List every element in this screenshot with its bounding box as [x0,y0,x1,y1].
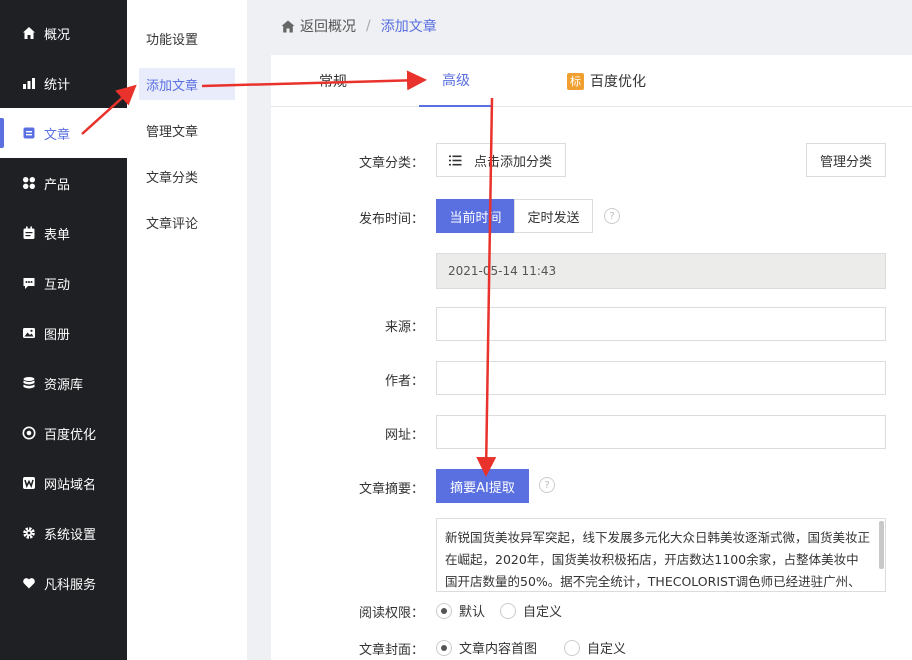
tab-seo-label: 百度优化 [590,74,646,90]
manage-category-button[interactable]: 管理分类 [806,143,886,177]
gear-icon [22,526,36,540]
sidebar-item-stats[interactable]: 统计 [0,58,127,108]
breadcrumb-back-label: 返回概况 [300,19,356,35]
sidebar-item-label: 图册 [44,327,71,343]
sidebar-item-domain[interactable]: 网站域名 [0,458,127,508]
sidebar-item-label: 凡科服务 [44,577,97,593]
form-icon [22,226,36,240]
summary-label: 文章摘要： [358,482,424,497]
radio-checked-icon [436,602,452,619]
home-icon [22,26,36,40]
submenu-item-feature-settings[interactable]: 功能设置 [139,22,235,54]
radio-unchecked-icon [564,639,580,656]
article-submenu: 功能设置 添加文章 管理文章 文章分类 文章评论 [127,0,247,660]
url-input[interactable] [436,415,886,449]
back-to-overview-link[interactable]: 返回概况 [281,16,356,36]
sidebar-item-label: 概况 [44,27,71,43]
home-icon [281,20,295,33]
publish-time-field: 2021-05-14 11:43 [436,253,886,289]
tab-regular[interactable]: 常规 [319,55,347,107]
summary-scrollbar[interactable] [879,521,884,569]
publish-now-button[interactable]: 当前时间 [436,199,515,233]
chart-icon [22,76,36,90]
target-icon [22,426,36,440]
breadcrumb: 返回概况 / 添加文章 [247,0,912,52]
tab-advanced[interactable]: 高级 [419,55,493,107]
summary-ai-extract-button[interactable]: 摘要AI提取 [436,469,529,503]
source-input[interactable] [436,307,886,341]
main-sidebar: 概况 统计 文章 产品 表单 互动 图册 资源库 百度优化 网站域名 系统设置 [0,0,127,660]
category-label: 文章分类： [358,156,424,171]
read-permission-label: 阅读权限： [358,606,424,621]
author-input[interactable] [436,361,886,395]
radio-checked-icon [436,639,452,656]
cover-first-image-radio[interactable]: 文章内容首图 [436,638,537,657]
sidebar-item-label: 文章 [44,127,71,143]
grid-icon [22,176,36,190]
sidebar-item-interact[interactable]: 互动 [0,258,127,308]
publish-scheduled-button[interactable]: 定时发送 [514,199,593,233]
add-category-label: 点击添加分类 [474,154,553,170]
sidebar-item-label: 资源库 [44,377,84,393]
sidebar-item-label: 表单 [44,227,71,243]
breadcrumb-separator: / [366,18,371,34]
chat-icon [22,276,36,290]
author-label: 作者： [384,374,424,389]
tab-baidu-seo[interactable]: 标 百度优化 [567,55,646,107]
url-label: 网址： [384,428,424,443]
sidebar-item-settings[interactable]: 系统设置 [0,508,127,558]
publish-help-icon[interactable]: ? [604,208,620,224]
cover-custom-label: 自定义 [587,642,627,657]
submenu-item-article-comments[interactable]: 文章评论 [139,206,235,238]
article-icon [22,126,36,140]
sidebar-item-product[interactable]: 产品 [0,158,127,208]
submenu-item-add-article[interactable]: 添加文章 [139,68,235,100]
publish-time-label: 发布时间： [358,212,424,227]
submenu-item-manage-article[interactable]: 管理文章 [139,114,235,146]
database-icon [22,376,36,390]
sidebar-item-label: 系统设置 [44,527,97,543]
cover-first-image-label: 文章内容首图 [459,642,538,657]
sidebar-item-label: 互动 [44,277,71,293]
w-icon [22,476,36,490]
add-category-button[interactable]: 点击添加分类 [436,143,566,177]
sidebar-item-article[interactable]: 文章 [0,108,127,158]
sidebar-item-label: 网站域名 [44,477,97,493]
cover-label: 文章封面： [358,643,424,658]
seo-badge-icon: 标 [567,72,584,90]
article-form-panel: 常规 高级 标 百度优化 文章分类： 点击添加分类 管理分类 发布时间： 当前时… [271,55,912,660]
read-default-radio[interactable]: 默认 [436,601,485,620]
sidebar-item-label: 百度优化 [44,427,97,443]
sidebar-item-overview[interactable]: 概况 [0,8,127,58]
summary-textarea[interactable]: 新锐国货美妆异军突起，线下发展多元化大众日韩美妆逐渐式微，国货美妆正在崛起，20… [436,518,886,592]
read-custom-label: 自定义 [523,605,563,620]
sidebar-item-resources[interactable]: 资源库 [0,358,127,408]
list-icon [449,155,462,166]
breadcrumb-current: 添加文章 [380,19,437,35]
article-tabs: 常规 高级 标 百度优化 [271,55,912,107]
cover-custom-radio[interactable]: 自定义 [564,638,626,657]
sidebar-item-label: 产品 [44,177,71,193]
sidebar-item-service[interactable]: 凡科服务 [0,558,127,608]
submenu-item-article-category[interactable]: 文章分类 [139,160,235,192]
summary-help-icon[interactable]: ? [539,477,555,493]
sidebar-item-album[interactable]: 图册 [0,308,127,358]
radio-unchecked-icon [500,602,516,619]
sidebar-item-label: 统计 [44,77,71,93]
read-custom-radio[interactable]: 自定义 [500,601,562,620]
sidebar-item-baidu-seo[interactable]: 百度优化 [0,408,127,458]
image-icon [22,326,36,340]
summary-text: 新锐国货美妆异军突起，线下发展多元化大众日韩美妆逐渐式微，国货美妆正在崛起，20… [445,530,871,589]
sidebar-item-form[interactable]: 表单 [0,208,127,258]
read-default-label: 默认 [459,605,486,620]
source-label: 来源： [384,320,424,335]
heart-icon [22,576,36,590]
